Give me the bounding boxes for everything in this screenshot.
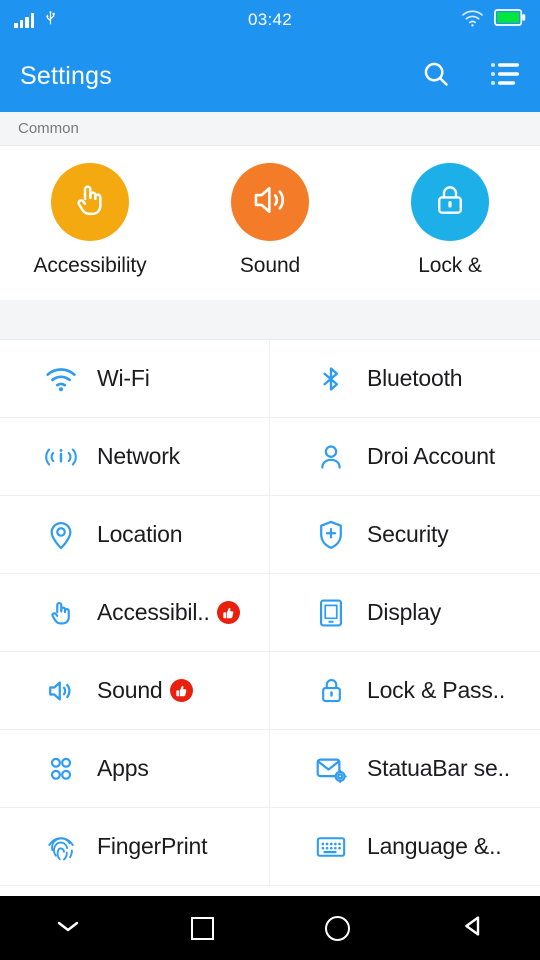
list-item-sound[interactable]: Sound <box>0 652 270 729</box>
list-item-bluetooth[interactable]: Bluetooth <box>270 340 540 417</box>
shortcut-accessibility-label: Accessibility <box>33 254 147 277</box>
keyboard-icon <box>314 830 348 864</box>
table-row: Accessibil.. Display <box>0 574 540 652</box>
signal-bars-icon <box>14 12 34 28</box>
app-bar-actions <box>422 60 520 93</box>
phone-screen: 03:42 Settings Common Accessibility Soun… <box>0 0 540 960</box>
list-item-fingerprint[interactable]: FingerPrint <box>0 808 270 885</box>
shortcut-sound-label: Sound <box>239 254 301 277</box>
shortcut-lock-circle <box>411 163 489 241</box>
shortcut-accessibility[interactable]: Accessibility <box>0 163 180 278</box>
list-menu-icon[interactable] <box>490 61 520 92</box>
navigation-bar <box>0 896 540 960</box>
usb-icon <box>43 9 58 31</box>
list-item-network[interactable]: Network <box>0 418 270 495</box>
list-item-label: FingerPrint <box>97 833 208 859</box>
lock-icon <box>431 181 469 224</box>
list-item-label: Bluetooth <box>367 365 463 391</box>
list-item-label: Location <box>97 521 183 547</box>
wifi-icon <box>461 9 484 32</box>
list-item-droi-account[interactable]: Droi Account <box>270 418 540 495</box>
section-spacer <box>0 300 540 340</box>
hand-pointer-icon <box>70 180 110 225</box>
list-item-display[interactable]: Display <box>270 574 540 651</box>
list-item-label: Language &.. <box>367 833 502 859</box>
shortcut-accessibility-circle <box>51 163 129 241</box>
battery-full-icon <box>494 9 526 31</box>
table-row: FingerPrint Language &.. <box>0 808 540 886</box>
list-item-label: Network <box>97 443 180 469</box>
home-button[interactable] <box>270 915 405 941</box>
table-row: Apps StatuaBar se.. <box>0 730 540 808</box>
location-pin-icon <box>44 518 78 552</box>
status-bar-clock: 03:42 <box>247 10 293 29</box>
list-item-label: StatuaBar se.. <box>367 755 510 781</box>
table-row: Network Droi Account <box>0 418 540 496</box>
list-item-label: Accessibil.. <box>97 599 210 625</box>
table-row: Sound Lock & Pass.. <box>0 652 540 730</box>
back-button[interactable] <box>405 913 540 944</box>
status-bar-left-icons <box>14 9 58 31</box>
list-item-wifi[interactable]: Wi-Fi <box>0 340 270 417</box>
recents-button[interactable] <box>135 916 270 940</box>
section-header-common: Common <box>0 112 540 146</box>
list-item-label: Lock & Pass.. <box>367 677 506 703</box>
list-item-label: Security <box>367 521 449 547</box>
bluetooth-icon <box>314 362 348 396</box>
list-item-security[interactable]: Security <box>270 496 540 573</box>
app-bar: Settings <box>0 40 540 112</box>
shortcut-lock[interactable]: Lock & <box>360 163 540 278</box>
chevron-down-icon <box>54 917 82 940</box>
shortcut-sound[interactable]: Sound <box>180 163 360 278</box>
table-row: Location Security <box>0 496 540 574</box>
list-item-lock-password[interactable]: Lock & Pass.. <box>270 652 540 729</box>
volume-icon <box>44 674 78 708</box>
network-icon <box>44 440 78 474</box>
list-item-apps[interactable]: Apps <box>0 730 270 807</box>
list-item-label: Wi-Fi <box>97 365 150 391</box>
account-icon <box>314 440 348 474</box>
status-badge <box>216 601 240 624</box>
square-icon <box>191 916 214 940</box>
list-item-label: Display <box>367 599 442 625</box>
shortcut-sound-circle <box>231 163 309 241</box>
lock-icon <box>314 674 348 708</box>
settings-grid: Wi-Fi Bluetooth Network Droi Account Loc… <box>0 340 540 896</box>
display-icon <box>314 596 348 630</box>
apps-grid-icon <box>44 752 78 786</box>
page-title: Settings <box>20 61 112 90</box>
common-shortcuts: Accessibility Sound Lock & <box>0 146 540 300</box>
list-item-label: Droi Account <box>367 443 495 469</box>
hand-pointer-icon <box>44 596 78 630</box>
fingerprint-icon <box>44 830 78 864</box>
list-item-language-input[interactable]: Language &.. <box>270 808 540 885</box>
list-item-label: Sound <box>97 677 163 703</box>
list-item-location[interactable]: Location <box>0 496 270 573</box>
circle-icon <box>325 915 350 941</box>
list-item-label: Apps <box>97 755 149 781</box>
hide-keyboard-button[interactable] <box>0 917 135 940</box>
search-icon[interactable] <box>422 60 450 93</box>
shortcut-lock-label: Lock & <box>418 254 482 277</box>
wifi-icon <box>44 362 78 396</box>
section-header-label: Common <box>18 120 79 137</box>
table-row: Wi-Fi Bluetooth <box>0 340 540 418</box>
mail-gear-icon <box>314 752 348 786</box>
status-bar-right-icons <box>461 9 526 32</box>
status-badge <box>169 679 193 702</box>
status-bar: 03:42 <box>0 0 540 40</box>
list-item-accessibility[interactable]: Accessibil.. <box>0 574 270 651</box>
shield-plus-icon <box>314 518 348 552</box>
triangle-left-icon <box>460 913 486 944</box>
volume-icon <box>249 179 291 226</box>
list-item-statuabar-settings[interactable]: StatuaBar se.. <box>270 730 540 807</box>
